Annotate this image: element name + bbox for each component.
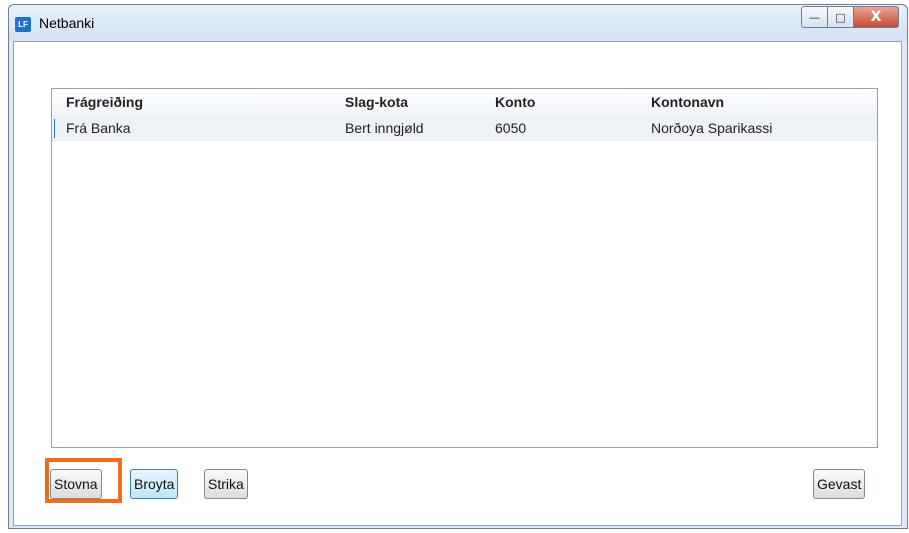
cell-account-name: Norðoya Sparikassi [651,120,773,136]
app-logo-icon: LF [15,17,31,32]
row-focus-marker [54,119,55,138]
window-title: Netbanki [39,15,95,31]
accounts-grid[interactable]: Frágreiðing Slag-kota Konto Kontonavn Fr… [51,88,878,448]
highlight-box [45,458,122,503]
window-controls: — □ X [801,6,899,32]
column-header-description[interactable]: Frágreiðing [66,89,143,116]
edit-button[interactable]: Broyta [130,469,179,499]
close-button[interactable]: X [853,6,899,28]
cell-account: 6050 [495,120,527,136]
delete-button[interactable]: Strika [204,469,248,499]
column-header-type-code[interactable]: Slag-kota [345,89,408,116]
column-header-account-name[interactable]: Kontonavn [651,89,724,116]
cell-description: Frá Banka [66,120,131,136]
grid-header: Frágreiðing Slag-kota Konto Kontonavn [52,89,877,117]
minimize-icon: — [809,10,820,24]
title-bar: LF Netbanki — □ X [9,5,907,41]
close-icon: X [870,9,882,25]
save-button[interactable]: Gevast [813,469,866,499]
app-window: LF Netbanki — □ X Frágreiðing Slag-kota … [8,4,908,529]
maximize-button[interactable]: □ [827,6,853,28]
table-row[interactable]: Frá Banka Bert inngjøld 6050 Norðoya Spa… [52,116,877,141]
column-header-account[interactable]: Konto [495,89,535,116]
client-area: Frágreiðing Slag-kota Konto Kontonavn Fr… [13,41,902,526]
cell-type-code: Bert inngjøld [345,120,424,136]
maximize-icon: □ [835,10,846,24]
minimize-button[interactable]: — [801,6,827,28]
